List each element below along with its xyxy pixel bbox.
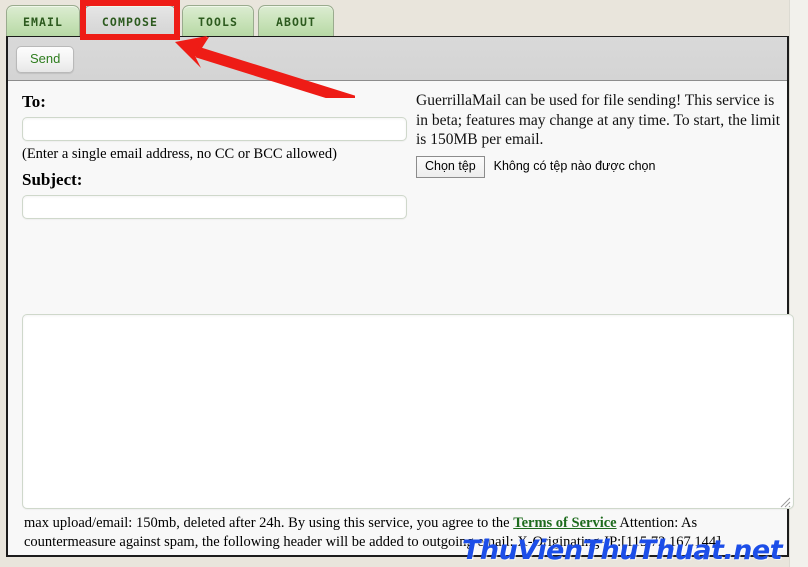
site-watermark: ThuVienThuThuat.net — [462, 535, 783, 566]
tab-compose-label: COMPOSE — [101, 14, 159, 29]
terms-of-service-link[interactable]: Terms of Service — [513, 515, 616, 531]
app-root: EMAIL COMPOSE TOOLS ABOUT Send To: (Ente… — [0, 0, 808, 567]
attachment-column: GuerrillaMail can be used for file sendi… — [416, 91, 786, 178]
tab-about-label: ABOUT — [275, 14, 317, 29]
choose-file-button[interactable]: Chọn tệp — [416, 155, 485, 178]
main-window: Send To: (Enter a single email address, … — [6, 36, 794, 557]
subject-input[interactable] — [22, 195, 407, 219]
tab-about[interactable]: ABOUT — [258, 5, 334, 37]
compose-content: To: (Enter a single email address, no CC… — [8, 81, 794, 555]
footer-text-before: max upload/email: 150mb, deleted after 2… — [24, 515, 514, 531]
tab-tools[interactable]: TOOLS — [182, 5, 254, 37]
file-picker-row: Chọn tệp Không có tệp nào được chọn — [416, 155, 786, 178]
subject-label: Subject: — [22, 170, 83, 189]
selected-file-label: Không có tệp nào được chọn — [493, 158, 656, 173]
to-input[interactable] — [22, 117, 407, 141]
send-button[interactable]: Send — [16, 46, 75, 73]
to-hint: (Enter a single email address, no CC or … — [22, 146, 337, 162]
compose-form-column: To: (Enter a single email address, no CC… — [22, 91, 412, 219]
tab-bar: EMAIL COMPOSE TOOLS ABOUT — [0, 0, 789, 37]
attachment-notice: GuerrillaMail can be used for file sendi… — [416, 92, 781, 148]
tab-tools-label: TOOLS — [197, 14, 239, 29]
tab-email[interactable]: EMAIL — [6, 5, 80, 37]
message-body-textarea[interactable] — [22, 314, 794, 509]
tab-email-label: EMAIL — [22, 14, 64, 29]
compose-toolbar: Send — [8, 37, 787, 81]
tab-compose[interactable]: COMPOSE — [84, 5, 176, 37]
to-label: To: — [22, 92, 46, 111]
